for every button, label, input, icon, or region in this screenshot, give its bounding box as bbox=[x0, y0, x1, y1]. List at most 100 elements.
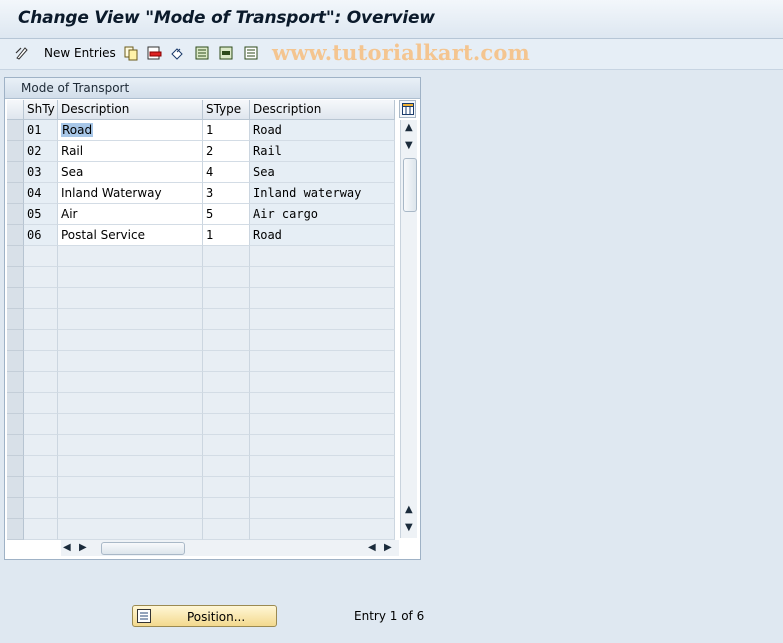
scroll-right-icon[interactable]: ▶ bbox=[384, 542, 392, 553]
cell-shty: 02 bbox=[24, 141, 58, 162]
row-selector[interactable] bbox=[7, 498, 24, 519]
empty-cell bbox=[203, 309, 250, 330]
empty-cell bbox=[58, 414, 203, 435]
deselect-all-icon[interactable] bbox=[243, 45, 259, 61]
row-selector[interactable] bbox=[7, 204, 24, 225]
table-title: Mode of Transport bbox=[21, 81, 130, 95]
new-entries-button[interactable]: New Entries bbox=[44, 46, 116, 60]
column-header-stype[interactable]: SType bbox=[203, 100, 250, 120]
copy-icon[interactable] bbox=[123, 45, 139, 61]
scroll-right-icon[interactable]: ▶ bbox=[79, 542, 87, 553]
cell-stype-input[interactable]: 5 bbox=[203, 204, 250, 225]
cell-stype-description: Road bbox=[250, 120, 395, 141]
column-header-description[interactable]: Description bbox=[58, 100, 203, 120]
select-all-icon[interactable] bbox=[194, 45, 210, 61]
watermark-text: www.tutorialkart.com bbox=[272, 40, 530, 65]
scroll-up-icon[interactable]: ▲ bbox=[405, 504, 413, 515]
cell-description-input[interactable]: Road bbox=[58, 120, 203, 141]
empty-cell bbox=[203, 288, 250, 309]
row-selector[interactable] bbox=[7, 183, 24, 204]
empty-cell bbox=[58, 456, 203, 477]
empty-cell bbox=[58, 246, 203, 267]
row-selector[interactable] bbox=[7, 477, 24, 498]
row-selector[interactable] bbox=[7, 246, 24, 267]
edit-pencil-icon[interactable] bbox=[14, 45, 30, 61]
empty-cell bbox=[203, 372, 250, 393]
delete-icon[interactable] bbox=[146, 45, 162, 61]
row-selector[interactable] bbox=[7, 330, 24, 351]
horizontal-scrollbar[interactable]: ◀ ▶ ◀ ▶ bbox=[61, 540, 399, 556]
row-selector[interactable] bbox=[7, 372, 24, 393]
cell-description-input[interactable]: Rail bbox=[58, 141, 203, 162]
cell-stype-input[interactable]: 1 bbox=[203, 225, 250, 246]
cell-stype-description: Inland waterway bbox=[250, 183, 395, 204]
cell-shty: 03 bbox=[24, 162, 58, 183]
empty-cell bbox=[24, 330, 58, 351]
cell-description-input[interactable]: Postal Service bbox=[58, 225, 203, 246]
empty-cell bbox=[58, 288, 203, 309]
table-title-bar: Mode of Transport bbox=[5, 78, 420, 99]
empty-cell bbox=[24, 393, 58, 414]
position-icon bbox=[137, 609, 151, 623]
entry-status: Entry 1 of 6 bbox=[354, 609, 425, 623]
cell-stype-input[interactable]: 1 bbox=[203, 120, 250, 141]
empty-cell bbox=[250, 372, 395, 393]
row-selector[interactable] bbox=[7, 519, 24, 540]
empty-cell bbox=[58, 519, 203, 540]
empty-cell bbox=[250, 498, 395, 519]
scroll-left-icon[interactable]: ◀ bbox=[368, 542, 376, 553]
position-button[interactable]: Position... bbox=[132, 605, 277, 627]
empty-cell bbox=[203, 435, 250, 456]
cell-description-input[interactable]: Sea bbox=[58, 162, 203, 183]
empty-cell bbox=[24, 309, 58, 330]
cell-description-input[interactable]: Air bbox=[58, 204, 203, 225]
undo-icon[interactable] bbox=[169, 45, 185, 61]
cell-stype-input[interactable]: 4 bbox=[203, 162, 250, 183]
empty-cell bbox=[58, 330, 203, 351]
empty-cell bbox=[58, 393, 203, 414]
select-block-icon[interactable] bbox=[218, 45, 234, 61]
scroll-down-icon[interactable]: ▼ bbox=[405, 140, 413, 151]
column-header-stype-description[interactable]: Description bbox=[250, 100, 395, 120]
row-selector[interactable] bbox=[7, 309, 24, 330]
empty-cell bbox=[24, 414, 58, 435]
row-selector[interactable] bbox=[7, 393, 24, 414]
empty-cell bbox=[203, 267, 250, 288]
cell-description-input[interactable]: Inland Waterway bbox=[58, 183, 203, 204]
column-header-shty[interactable]: ShTy bbox=[24, 100, 58, 120]
empty-cell bbox=[203, 393, 250, 414]
scroll-up-icon[interactable]: ▲ bbox=[405, 122, 413, 133]
cell-stype-input[interactable]: 3 bbox=[203, 183, 250, 204]
empty-cell bbox=[203, 330, 250, 351]
cell-stype-description: Air cargo bbox=[250, 204, 395, 225]
row-selector[interactable] bbox=[7, 225, 24, 246]
select-all-rows-corner[interactable] bbox=[7, 100, 24, 120]
row-selector[interactable] bbox=[7, 141, 24, 162]
empty-cell bbox=[24, 267, 58, 288]
horizontal-scroll-thumb[interactable] bbox=[101, 542, 185, 555]
row-selector[interactable] bbox=[7, 267, 24, 288]
row-selector[interactable] bbox=[7, 414, 24, 435]
mode-of-transport-table-panel: Mode of Transport ShTy Description SType… bbox=[4, 77, 421, 560]
row-selector[interactable] bbox=[7, 120, 24, 141]
row-selector[interactable] bbox=[7, 288, 24, 309]
empty-cell bbox=[250, 330, 395, 351]
vertical-scroll-thumb[interactable] bbox=[403, 158, 417, 212]
empty-cell bbox=[58, 435, 203, 456]
scroll-down-icon[interactable]: ▼ bbox=[405, 522, 413, 533]
row-selector[interactable] bbox=[7, 162, 24, 183]
empty-cell bbox=[250, 456, 395, 477]
scroll-left-icon[interactable]: ◀ bbox=[63, 542, 71, 553]
row-selector[interactable] bbox=[7, 456, 24, 477]
position-button-label: Position... bbox=[187, 610, 246, 624]
table-settings-button[interactable] bbox=[399, 100, 416, 118]
cell-stype-input[interactable]: 2 bbox=[203, 141, 250, 162]
cell-shty: 01 bbox=[24, 120, 58, 141]
cell-stype-description: Sea bbox=[250, 162, 395, 183]
page-title: Change View "Mode of Transport": Overvie… bbox=[18, 8, 435, 28]
vertical-scrollbar[interactable]: ▲ ▼ ▲ ▼ bbox=[400, 120, 417, 538]
row-selector[interactable] bbox=[7, 435, 24, 456]
row-selector[interactable] bbox=[7, 351, 24, 372]
cell-stype-description: Road bbox=[250, 225, 395, 246]
empty-cell bbox=[250, 435, 395, 456]
